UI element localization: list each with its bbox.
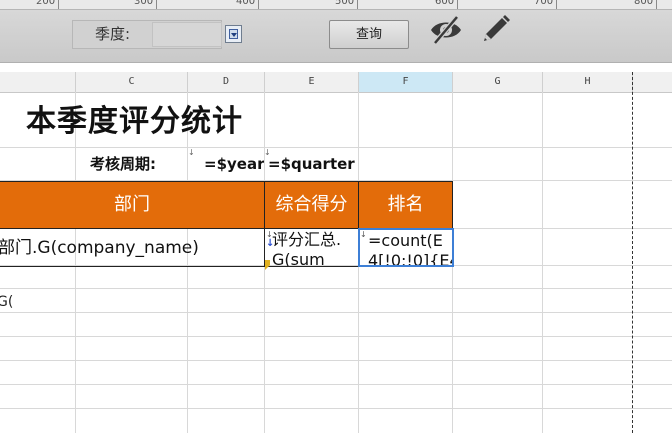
ruler-mark: 200 bbox=[36, 0, 56, 7]
page-break-line bbox=[632, 72, 633, 433]
ruler-mark: 500 bbox=[335, 0, 355, 7]
column-header-g[interactable]: G bbox=[453, 72, 543, 92]
cell-marker-icon: ↓ bbox=[188, 148, 195, 157]
ruler-mark: 300 bbox=[134, 0, 154, 7]
ruler-mark: 700 bbox=[534, 0, 554, 7]
cell-marker-icon: ↓ bbox=[264, 148, 271, 157]
year-formula-cell[interactable]: =$year bbox=[204, 154, 264, 174]
column-header-d[interactable]: D bbox=[188, 72, 265, 92]
dept-formula-cell[interactable]: 部门.G(company_name) bbox=[0, 236, 262, 260]
column-header-h[interactable]: H bbox=[543, 72, 633, 92]
column-header-c[interactable]: C bbox=[76, 72, 188, 92]
column-divider bbox=[452, 181, 453, 229]
column-header-f[interactable]: F bbox=[359, 72, 453, 92]
ruler-mark: 800 bbox=[634, 0, 654, 7]
truncated-cell[interactable]: G( bbox=[0, 292, 13, 312]
header-top-border bbox=[0, 181, 453, 182]
ruler-tick bbox=[357, 0, 358, 9]
ruler-tick bbox=[457, 0, 458, 9]
quarter-select[interactable] bbox=[152, 22, 222, 47]
eye-off-icon[interactable] bbox=[428, 12, 464, 48]
quarter-formula-cell[interactable]: =$quarter bbox=[268, 154, 355, 174]
dropdown-button[interactable] bbox=[225, 25, 242, 43]
cell-marker-icon: ↓ bbox=[360, 230, 367, 239]
ruler-tick bbox=[258, 0, 259, 9]
header-rank-cell[interactable]: 排名 bbox=[359, 193, 452, 217]
column-header-e[interactable]: E bbox=[265, 72, 359, 92]
expand-down-icon: ↓ bbox=[266, 238, 275, 249]
score-formula-cell[interactable]: 评分汇总. G(sum bbox=[272, 230, 356, 266]
parameter-toolbar: 季度: 查询 bbox=[0, 10, 672, 63]
quarter-label: 季度: bbox=[95, 25, 131, 43]
report-title[interactable]: 本季度评分统计 bbox=[26, 102, 243, 142]
pencil-icon[interactable] bbox=[478, 11, 514, 47]
header-score-cell[interactable]: 综合得分 bbox=[265, 193, 358, 217]
ruler-tick bbox=[156, 0, 157, 9]
ruler-mark: 400 bbox=[236, 0, 256, 7]
top-ruler: 200 300 400 500 600 700 800 bbox=[0, 0, 672, 10]
ruler-mark: 600 bbox=[435, 0, 455, 7]
header-dept-cell[interactable]: 部门 bbox=[0, 193, 264, 217]
ruler-tick bbox=[556, 0, 557, 9]
ruler-tick bbox=[58, 0, 59, 9]
query-button[interactable]: 查询 bbox=[329, 20, 409, 49]
column-header-b[interactable] bbox=[0, 72, 76, 92]
ruler-tick bbox=[656, 0, 657, 9]
selected-cell-outline bbox=[358, 228, 454, 267]
column-header-row: C D E F G H bbox=[0, 72, 672, 93]
cell-corner-icon bbox=[265, 260, 275, 270]
period-label[interactable]: 考核周期: bbox=[90, 154, 156, 174]
chevron-down-icon bbox=[229, 29, 238, 39]
